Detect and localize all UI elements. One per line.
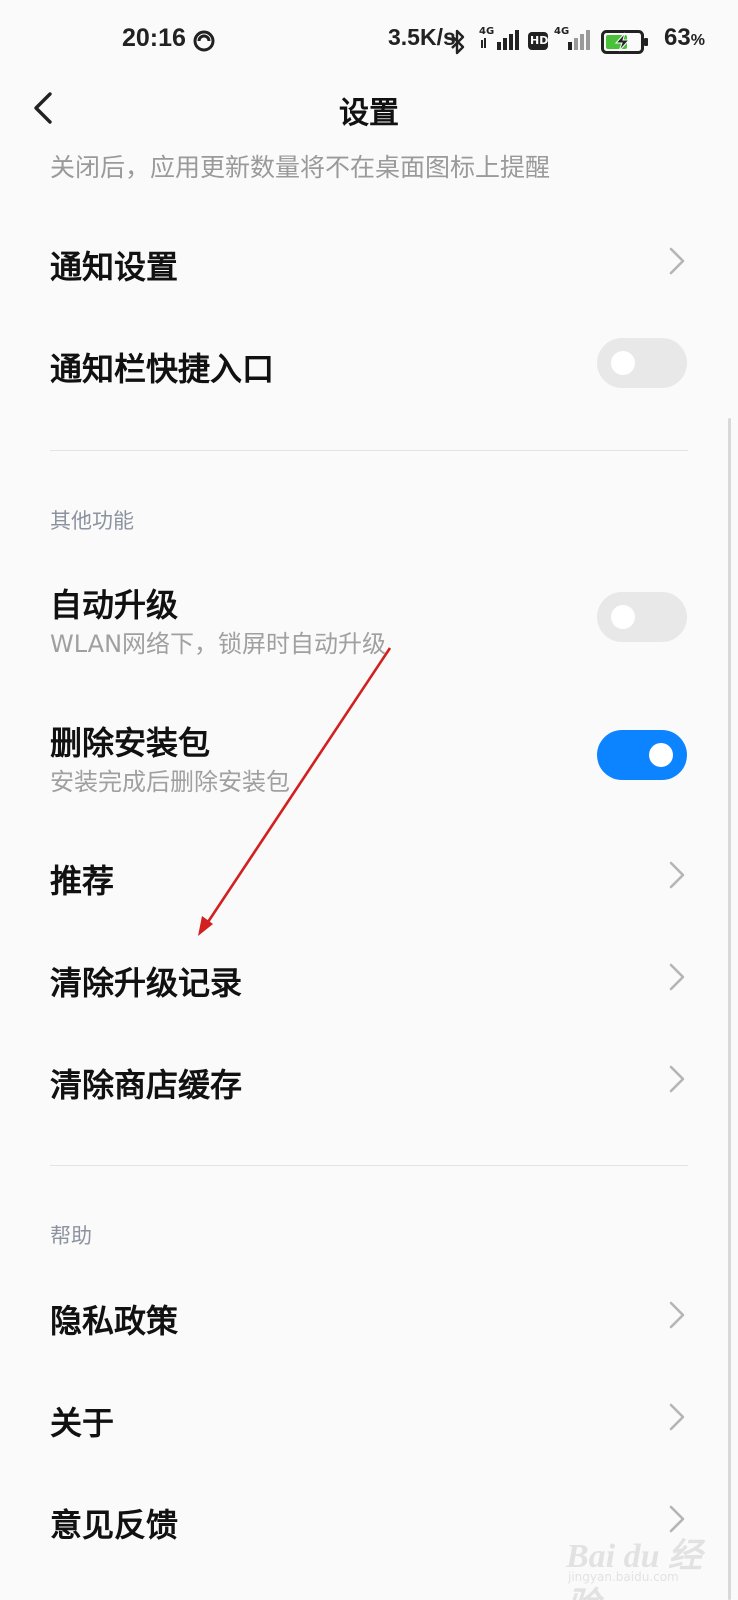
row-title: 关于 xyxy=(50,1404,115,1442)
battery-percent-unit: % xyxy=(690,32,705,49)
bluetooth-icon xyxy=(451,29,465,55)
notification-shortcut-row: 通知栏快捷入口 xyxy=(0,312,738,414)
row-title: 通知设置 xyxy=(50,248,179,286)
row-subtitle: WLAN网络下，锁屏时自动升级 xyxy=(50,630,387,658)
row-title: 自动升级 xyxy=(50,586,179,624)
status-time: 20:16 xyxy=(122,24,186,52)
page-title: 设置 xyxy=(339,96,399,131)
clear-upgrade-records-row[interactable]: 清除升级记录 xyxy=(0,926,738,1028)
badge-setting-description: 关闭后，应用更新数量将不在桌面图标上提醒 xyxy=(50,153,551,182)
chevron-right-icon xyxy=(669,1403,685,1431)
battery-charging-icon xyxy=(601,30,648,54)
row-subtitle: 安装完成后删除安装包 xyxy=(50,768,290,796)
about-row[interactable]: 关于 xyxy=(0,1366,738,1468)
toggle-knob xyxy=(611,605,635,629)
row-title: 通知栏快捷入口 xyxy=(50,350,275,388)
watermark-sub: jingyan.baidu.com xyxy=(568,1570,679,1584)
row-title: 清除升级记录 xyxy=(50,964,243,1002)
hd-label: HD xyxy=(530,34,549,47)
clear-store-cache-row[interactable]: 清除商店缓存 xyxy=(0,1028,738,1130)
chevron-right-icon xyxy=(669,1301,685,1329)
section-header-other: 其他功能 xyxy=(50,509,134,533)
battery-percent: 63% xyxy=(664,24,705,52)
watermark-text: Bai du 经验 xyxy=(566,1538,703,1600)
chevron-right-icon xyxy=(669,1065,685,1093)
chevron-right-icon xyxy=(669,247,685,275)
row-title: 清除商店缓存 xyxy=(50,1066,243,1104)
chevron-right-icon xyxy=(669,963,685,991)
settings-screen: 20:16 3.5K/s 4G HD 4G 63% 设置 关闭后，应用更新数量将… xyxy=(0,0,738,1600)
toggle-knob xyxy=(649,743,673,767)
scrollbar[interactable] xyxy=(728,418,731,1600)
row-title: 隐私政策 xyxy=(50,1302,179,1340)
hd-icon: HD xyxy=(528,32,548,50)
battery-percent-value: 63 xyxy=(664,24,691,51)
divider xyxy=(50,450,688,451)
status-bar: 20:16 3.5K/s 4G HD 4G 63% xyxy=(0,0,738,84)
notification-shortcut-toggle[interactable] xyxy=(597,338,687,388)
baidu-watermark: Bai du 经验 jingyan.baidu.com xyxy=(566,1500,716,1600)
delete-package-row: 删除安装包 安装完成后删除安装包 xyxy=(0,706,738,816)
row-title: 推荐 xyxy=(50,862,115,900)
signal-icon: 4G xyxy=(479,26,519,54)
notification-settings-row[interactable]: 通知设置 xyxy=(0,210,738,312)
section-header-help: 帮助 xyxy=(50,1224,92,1248)
privacy-policy-row[interactable]: 隐私政策 xyxy=(0,1264,738,1366)
auto-upgrade-toggle[interactable] xyxy=(597,592,687,642)
recommend-row[interactable]: 推荐 xyxy=(0,824,738,926)
auto-upgrade-row: 自动升级 WLAN网络下，锁屏时自动升级 xyxy=(0,568,738,678)
chevron-right-icon xyxy=(669,861,685,889)
dnd-icon xyxy=(193,30,215,52)
toggle-knob xyxy=(611,351,635,375)
signal-icon: 4G xyxy=(554,26,590,54)
delete-package-toggle[interactable] xyxy=(597,730,687,780)
network-speed: 3.5K/s xyxy=(388,24,456,50)
row-title: 意见反馈 xyxy=(50,1506,179,1544)
divider xyxy=(50,1165,688,1166)
row-title: 删除安装包 xyxy=(50,724,211,762)
